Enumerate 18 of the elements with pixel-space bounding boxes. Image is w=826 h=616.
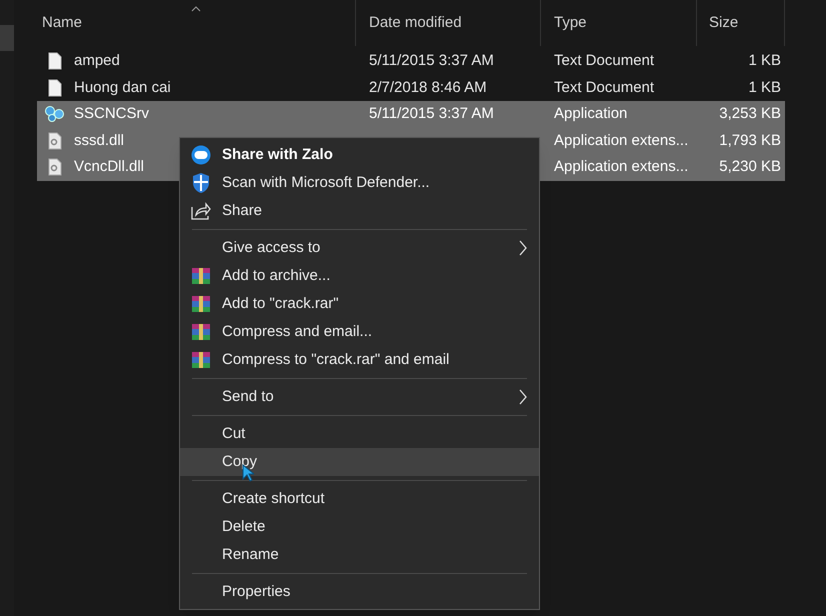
file-size: 1,793 KB	[719, 130, 781, 150]
file-name: SSCNCSrv	[74, 104, 150, 124]
file-size: 3,253 KB	[719, 104, 781, 124]
file-type: Text Document	[554, 52, 654, 69]
file-type: Application extens...	[554, 158, 688, 175]
file-name: sssd.dll	[74, 130, 124, 150]
file-size: 5,230 KB	[719, 157, 781, 177]
file-name: amped	[74, 51, 120, 71]
date-modified: 5/11/2015 3:37 AM	[369, 105, 494, 122]
file-type: Application	[554, 105, 628, 122]
file-type: Application extens...	[554, 132, 688, 148]
file-name: Huong dan cai	[74, 78, 171, 98]
file-size: 1 KB	[748, 78, 781, 98]
file-name: VcncDll.dll	[74, 157, 144, 177]
file-type: Text Document	[554, 78, 654, 96]
date-modified: 2/7/2018 8:46 AM	[369, 78, 487, 96]
date-modified: 5/11/2015 3:37 AM	[369, 52, 494, 69]
file-size: 1 KB	[748, 51, 781, 71]
